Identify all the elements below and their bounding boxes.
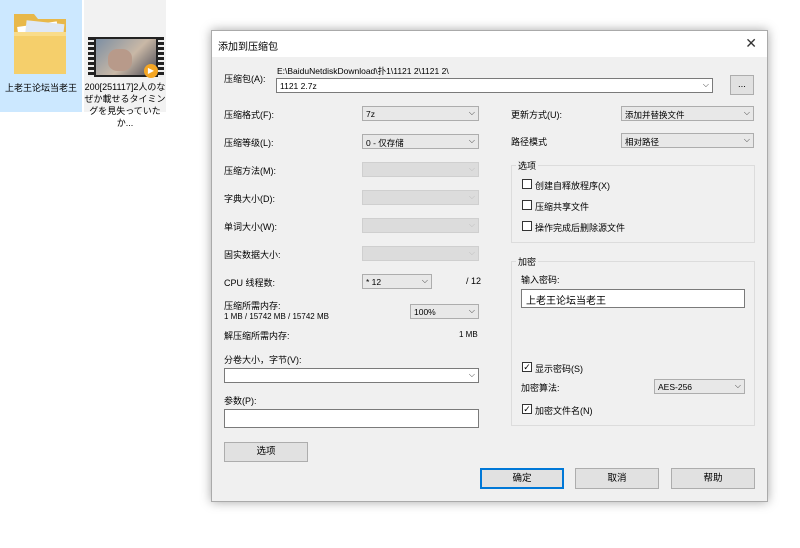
delete-checkbox[interactable] (522, 221, 532, 231)
video-file-label: 200[251117]2人のなぜか載せるタイミングを見失っていたか... (84, 82, 166, 128)
level-label: 压缩等级(L): (224, 138, 274, 148)
dialog-title: 添加到压缩包 (218, 42, 278, 53)
update-select[interactable]: 添加并替换文件 ⌵ (621, 106, 754, 121)
cpu-value: * 12 (366, 277, 382, 287)
volume-label: 分卷大小，字节(V): (224, 355, 302, 365)
chevron-down-icon: ⌵ (702, 80, 709, 89)
word-select: ⌵ (362, 218, 479, 233)
close-icon[interactable]: ✕ (745, 35, 757, 52)
chevron-down-icon: ⌵ (468, 136, 475, 145)
format-select[interactable]: 7z ⌵ (362, 106, 479, 121)
title-bar: 添加到压缩包 ✕ (212, 31, 767, 57)
chevron-down-icon: ⌵ (468, 164, 475, 173)
chevron-down-icon: ⌵ (468, 192, 475, 201)
format-value: 7z (366, 109, 375, 119)
level-select[interactable]: 0 - 仅存储 ⌵ (362, 134, 479, 149)
chevron-down-icon: ⌵ (468, 108, 475, 117)
chevron-down-icon: ⌵ (421, 276, 428, 285)
word-label: 单词大小(W): (224, 222, 277, 232)
chevron-down-icon: ⌵ (468, 220, 475, 229)
folder-label: 上老王论坛当老王 (4, 83, 77, 93)
chevron-down-icon: ⌵ (468, 306, 475, 315)
ok-button[interactable]: 确定 (480, 468, 564, 489)
help-button[interactable]: 帮助 (671, 468, 755, 489)
params-input[interactable] (224, 409, 479, 428)
show-password-checkbox[interactable]: ✓ (522, 362, 532, 372)
password-input[interactable]: 上老王论坛当老王 (521, 289, 745, 308)
archive-label: 压缩包(A): (224, 74, 266, 84)
desktop-folder-icon-item[interactable]: 上老王论坛当老王 (0, 0, 82, 112)
encrypt-names-checkbox[interactable]: ✓ (522, 404, 532, 414)
sfx-label: 创建自释放程序(X) (535, 181, 610, 191)
path-select[interactable]: 相对路径 ⌵ (621, 133, 754, 148)
chevron-down-icon: ⌵ (734, 381, 741, 390)
password-value: 上老王论坛当老王 (526, 296, 606, 307)
sfx-checkbox[interactable] (522, 179, 532, 189)
options-button[interactable]: 选项 (224, 442, 308, 462)
add-to-archive-dialog: 添加到压缩包 ✕ 压缩包(A): E:\BaiduNetdiskDownload… (211, 30, 768, 502)
encrypt-method-value: AES-256 (658, 382, 693, 392)
path-label: 路径模式 (511, 137, 548, 147)
format-label: 压缩格式(F): (224, 110, 274, 120)
delete-label: 操作完成后删除源文件 (535, 223, 626, 233)
cancel-button[interactable]: 取消 (575, 468, 659, 489)
dict-label: 字典大小(D): (224, 194, 275, 204)
cpu-select[interactable]: * 12 ⌵ (362, 274, 432, 289)
browse-button[interactable]: ... (730, 75, 754, 95)
archive-name-combo[interactable]: 1121 2.7z ⌵ (276, 78, 713, 93)
update-label: 更新方式(U): (511, 110, 562, 120)
encrypt-names-label: 加密文件名(N) (535, 406, 593, 416)
solid-select: ⌵ (362, 246, 479, 261)
path-value: 相对路径 (625, 137, 660, 147)
encrypt-method-select[interactable]: AES-256 ⌵ (654, 379, 745, 394)
mem-comp-label: 压缩所需内存: (224, 301, 281, 311)
play-icon: ▶ (144, 64, 158, 78)
encrypt-method-label: 加密算法: (521, 383, 560, 393)
mem-comp-value: 1 MB / 15742 MB / 15742 MB (224, 312, 329, 321)
mem-percent-select[interactable]: 100% ⌵ (410, 304, 479, 319)
chevron-down-icon: ⌵ (743, 135, 750, 144)
mem-decomp-value: 1 MB (459, 330, 478, 339)
show-password-label: 显示密码(S) (535, 364, 583, 374)
password-label: 输入密码: (521, 275, 560, 285)
archive-path: E:\BaiduNetdiskDownload\扑1\1121 2\1121 2… (277, 66, 449, 76)
chevron-down-icon: ⌵ (743, 108, 750, 117)
options-group-title: 选项 (516, 159, 539, 172)
method-select: ⌵ (362, 162, 479, 177)
mem-percent-value: 100% (414, 307, 436, 317)
chevron-down-icon: ⌵ (468, 370, 475, 379)
shared-checkbox[interactable] (522, 200, 532, 210)
level-value: 0 - 仅存储 (366, 138, 404, 148)
cpu-max: / 12 (466, 276, 482, 286)
dict-select: ⌵ (362, 190, 479, 205)
volume-combo[interactable]: ⌵ (224, 368, 479, 383)
shared-label: 压缩共享文件 (535, 202, 590, 212)
chevron-down-icon: ⌵ (468, 248, 475, 257)
encrypt-group-title: 加密 (516, 255, 539, 268)
solid-label: 固实数据大小: (224, 250, 281, 260)
cpu-label: CPU 线程数: (224, 278, 276, 288)
params-label: 参数(P): (224, 396, 257, 406)
folder-icon (14, 14, 66, 74)
desktop-video-file-item[interactable]: ▶ 200[251117]2人のなぜか載せるタイミングを見失っていたか... (84, 0, 166, 128)
archive-name-value: 1121 2.7z (280, 81, 317, 91)
method-label: 压缩方法(M): (224, 166, 276, 176)
update-value: 添加并替换文件 (625, 110, 685, 120)
mem-decomp-label: 解压缩所需内存: (224, 331, 290, 341)
